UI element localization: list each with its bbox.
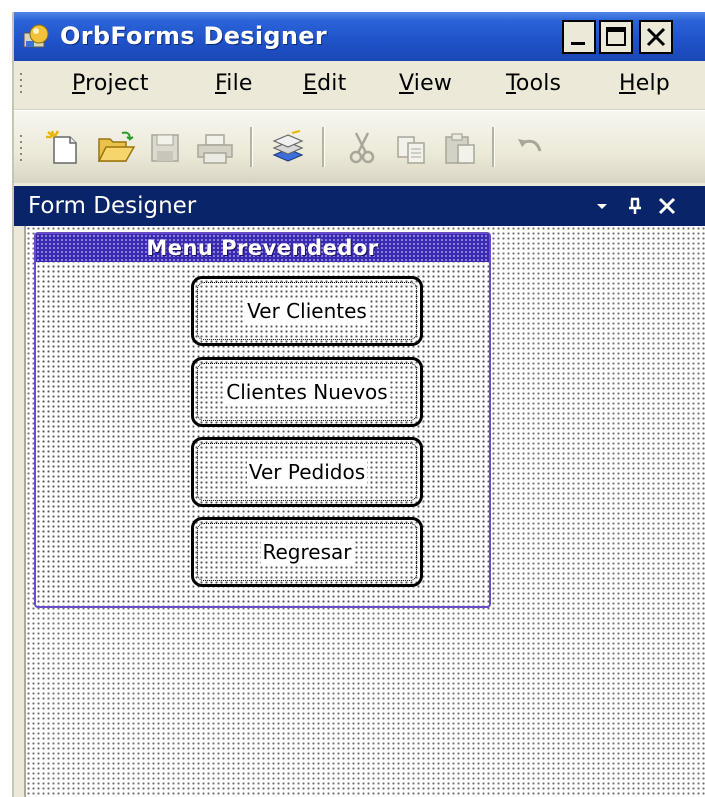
menu-file-mnemonic: F — [215, 71, 227, 96]
paste-button[interactable] — [440, 129, 480, 167]
menu-view-mnemonic: V — [399, 71, 414, 96]
close-icon — [646, 27, 666, 47]
menu-help[interactable]: Help — [619, 71, 670, 96]
ver-clientes-label-wrap: Ver Clientes — [194, 279, 420, 343]
form-title: Menu Prevendedor — [36, 234, 489, 262]
menu-bar: Project File Edit View Tools Help — [14, 61, 705, 110]
form-designer-panel-header: Form Designer — [14, 186, 705, 226]
app-window: OrbForms Designer Project File Edit View… — [12, 12, 705, 797]
new-file-icon — [46, 130, 77, 164]
undo-button[interactable] — [510, 129, 550, 167]
window-title: OrbForms Designer — [60, 22, 328, 50]
print-icon — [197, 134, 233, 164]
toolbar-separator — [250, 127, 253, 167]
menu-project[interactable]: Project — [72, 71, 149, 96]
ver-pedidos-button[interactable]: Ver Pedidos — [191, 437, 423, 507]
cut-icon — [349, 132, 375, 164]
regresar-button[interactable]: Regresar — [191, 517, 423, 587]
menu-view[interactable]: View — [399, 71, 452, 96]
menu-project-label: roject — [85, 71, 149, 96]
ver-pedidos-label: Ver Pedidos — [246, 460, 368, 484]
menu-file[interactable]: File — [215, 71, 253, 96]
menu-help-mnemonic: H — [619, 71, 636, 96]
menu-tools[interactable]: Tools — [506, 71, 561, 96]
copy-button[interactable] — [392, 129, 432, 167]
menu-tools-label: ools — [515, 71, 562, 96]
ver-clientes-label: Ver Clientes — [245, 299, 369, 323]
ver-clientes-button[interactable]: Ver Clientes — [191, 276, 423, 346]
panel-close-icon[interactable] — [654, 194, 680, 218]
menu-tools-mnemonic: T — [506, 71, 516, 96]
maximize-button[interactable] — [599, 20, 633, 54]
menu-project-mnemonic: P — [72, 71, 86, 96]
clientes-nuevos-label-wrap: Clientes Nuevos — [194, 360, 420, 424]
layers-button[interactable] — [268, 129, 308, 167]
close-button[interactable] — [639, 20, 673, 54]
panel-title: Form Designer — [28, 193, 197, 219]
menu-view-label: iew — [413, 71, 453, 96]
menu-file-label: ile — [226, 71, 253, 96]
open-folder-icon — [97, 131, 136, 162]
maximize-icon — [606, 27, 626, 46]
designed-form[interactable]: Menu Prevendedor Ver Clientes Clientes N… — [34, 232, 491, 608]
toolbar-separator — [492, 127, 495, 167]
clientes-nuevos-button[interactable]: Clientes Nuevos — [191, 357, 423, 427]
ver-pedidos-label-wrap: Ver Pedidos — [194, 440, 420, 504]
new-file-button[interactable] — [44, 129, 84, 167]
menu-help-label: elp — [635, 71, 670, 96]
minimize-button[interactable] — [562, 20, 596, 54]
menu-edit-label: dit — [317, 71, 347, 96]
save-icon — [151, 134, 179, 162]
paste-icon — [445, 133, 475, 164]
layers-icon — [272, 130, 304, 162]
cut-button[interactable] — [342, 129, 382, 167]
copy-icon — [397, 136, 425, 164]
toolbar-grip-icon[interactable] — [20, 135, 24, 163]
pin-icon[interactable] — [622, 194, 648, 218]
open-button[interactable] — [96, 129, 136, 167]
save-button[interactable] — [144, 129, 184, 167]
standard-toolbar — [14, 110, 705, 183]
print-button[interactable] — [194, 129, 234, 167]
regresar-label: Regresar — [260, 540, 354, 564]
menu-grip-icon[interactable] — [20, 73, 24, 97]
undo-icon — [518, 139, 542, 152]
menu-edit[interactable]: Edit — [303, 71, 346, 96]
toolbar-separator — [322, 127, 325, 167]
dropdown-arrow-icon[interactable] — [589, 194, 615, 218]
menu-edit-mnemonic: E — [303, 71, 318, 96]
regresar-label-wrap: Regresar — [194, 520, 420, 584]
title-bar[interactable]: OrbForms Designer — [14, 12, 705, 61]
minimize-icon — [571, 42, 585, 45]
orbforms-app-icon — [22, 23, 52, 51]
clientes-nuevos-label: Clientes Nuevos — [224, 380, 390, 404]
